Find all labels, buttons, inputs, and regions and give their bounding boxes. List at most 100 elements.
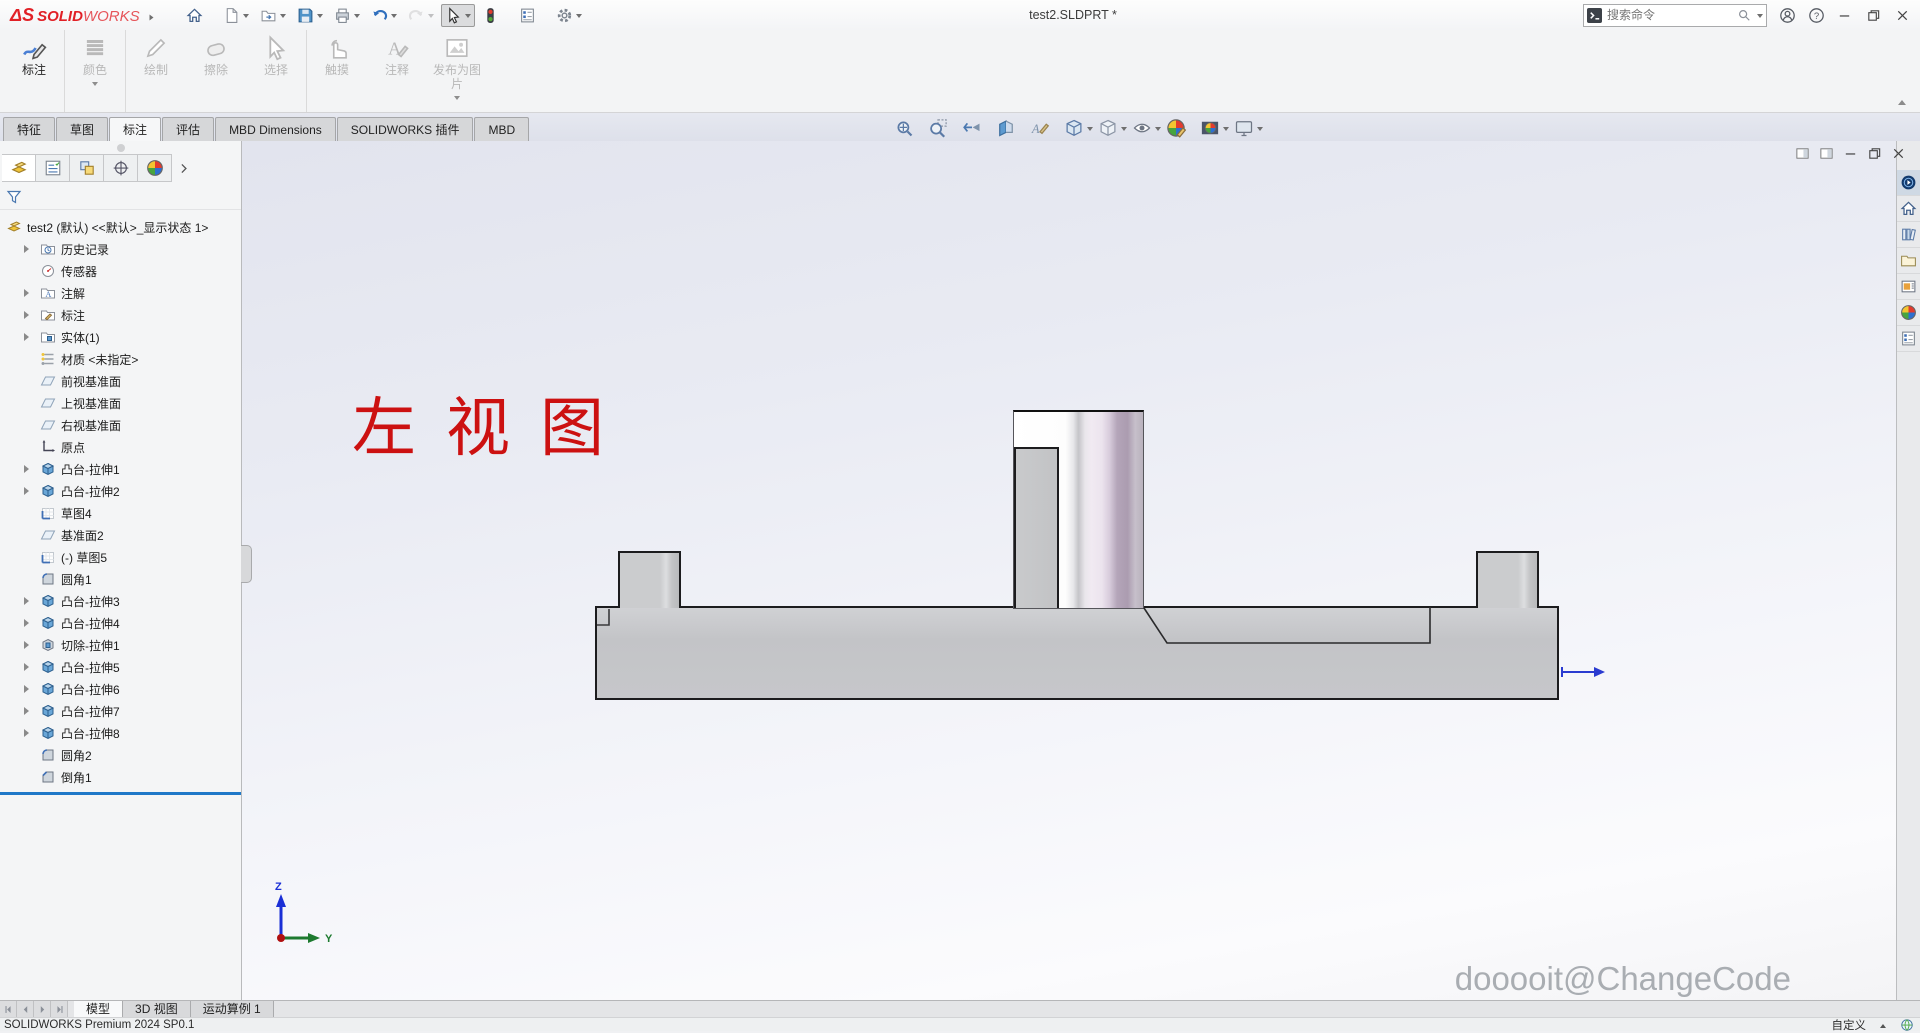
redo-button[interactable] xyxy=(404,4,438,27)
display-style-button[interactable] xyxy=(1097,117,1128,139)
last-model-nav-button[interactable] xyxy=(51,1001,68,1017)
dropdown-caret-icon[interactable] xyxy=(92,82,98,89)
dropdown-caret-icon[interactable] xyxy=(428,14,434,21)
expand-arrow-icon[interactable] xyxy=(24,729,35,737)
custom-properties-tab[interactable] xyxy=(1897,326,1920,352)
tab-motion-study-1[interactable]: 运动算例 1 xyxy=(191,1001,274,1017)
dropdown-caret-icon[interactable] xyxy=(576,14,582,21)
home-button[interactable] xyxy=(182,4,216,27)
expand-arrow-icon[interactable] xyxy=(24,333,35,341)
panel-splitter-handle[interactable] xyxy=(241,545,252,583)
dropdown-caret-icon[interactable] xyxy=(391,14,397,21)
expand-arrow-icon[interactable] xyxy=(24,707,35,715)
expand-arrow-icon[interactable] xyxy=(24,289,35,297)
dropdown-caret-icon[interactable] xyxy=(243,14,249,21)
expand-arrow-icon[interactable] xyxy=(24,487,35,495)
doc-minimize-button[interactable] xyxy=(1843,146,1858,161)
tree-item[interactable]: 倒角1 xyxy=(0,766,241,788)
cloud-services-tab[interactable] xyxy=(1897,170,1920,196)
account-icon[interactable] xyxy=(1779,7,1796,24)
dropdown-caret-icon[interactable] xyxy=(280,14,286,21)
undo-button[interactable] xyxy=(367,4,401,27)
tab-evaluate[interactable]: 评估 xyxy=(162,117,214,142)
tree-item[interactable]: 圆角1 xyxy=(0,568,241,590)
zoom-area-button[interactable] xyxy=(927,117,958,139)
expand-arrow-icon[interactable] xyxy=(24,641,35,649)
restore-button[interactable] xyxy=(1866,8,1881,23)
part-right-boss[interactable] xyxy=(1476,551,1539,608)
dropdown-caret-icon[interactable] xyxy=(1257,127,1263,134)
doc-pane-left-button[interactable] xyxy=(1795,146,1810,161)
tree-item[interactable]: 上视基准面 xyxy=(0,392,241,414)
tree-item[interactable]: 切除-拉伸1 xyxy=(0,634,241,656)
doc-close-button[interactable] xyxy=(1891,146,1906,161)
color-button[interactable]: 颜色 xyxy=(65,30,126,112)
tree-item[interactable]: (-) 草图5 xyxy=(0,546,241,568)
markup-button[interactable]: 标注 xyxy=(4,30,65,112)
tree-item[interactable]: 凸台-拉伸5 xyxy=(0,656,241,678)
tab-markup[interactable]: 标注 xyxy=(109,117,161,142)
prev-model-nav-button[interactable] xyxy=(17,1001,34,1017)
expand-arrow-icon[interactable] xyxy=(24,597,35,605)
doc-pane-right-button[interactable] xyxy=(1819,146,1834,161)
new-document-button[interactable] xyxy=(219,4,253,27)
tree-item[interactable]: 注解 xyxy=(0,282,241,304)
first-model-nav-button[interactable] xyxy=(0,1001,17,1017)
erase-button[interactable]: 擦除 xyxy=(186,30,246,112)
ribbon-collapse-icon[interactable] xyxy=(1898,96,1906,105)
apply-scene-button[interactable] xyxy=(1199,117,1230,139)
view-label-text[interactable]: 左视图 xyxy=(352,377,634,469)
tree-item[interactable]: 凸台-拉伸2 xyxy=(0,480,241,502)
expand-arrow-icon[interactable] xyxy=(24,465,35,473)
tab-mbd[interactable]: MBD xyxy=(474,117,529,142)
tree-item[interactable]: 草图4 xyxy=(0,502,241,524)
tree-item[interactable]: 前视基准面 xyxy=(0,370,241,392)
expand-arrow-icon[interactable] xyxy=(24,245,35,253)
tree-item[interactable]: 凸台-拉伸6 xyxy=(0,678,241,700)
select-button[interactable]: 选择 xyxy=(246,30,307,112)
globe-icon[interactable] xyxy=(1900,1018,1914,1032)
rebuild-button[interactable] xyxy=(478,4,512,27)
view-orientation-button[interactable] xyxy=(1063,117,1094,139)
edit-appearance-button[interactable] xyxy=(1165,117,1196,139)
logo-expand-icon[interactable] xyxy=(149,14,156,20)
tree-item[interactable]: 实体(1) xyxy=(0,326,241,348)
zoom-fit-button[interactable] xyxy=(893,117,924,139)
annotation-visibility-button[interactable] xyxy=(1029,117,1060,139)
search-caret-icon[interactable] xyxy=(1757,14,1763,21)
tree-item[interactable]: 圆角2 xyxy=(0,744,241,766)
publish-image-button[interactable]: 发布为图片 xyxy=(427,30,487,112)
dropdown-caret-icon[interactable] xyxy=(1155,127,1161,134)
part-base-plate[interactable] xyxy=(595,606,1559,700)
tree-item[interactable]: 凸台-拉伸1 xyxy=(0,458,241,480)
tree-root[interactable]: test2 (默认) <<默认>_显示状态 1> xyxy=(0,216,241,238)
close-button[interactable] xyxy=(1895,8,1910,23)
touch-button[interactable]: 触摸 xyxy=(307,30,367,112)
rollback-bar[interactable] xyxy=(0,792,241,795)
expand-arrow-icon[interactable] xyxy=(24,619,35,627)
open-button[interactable] xyxy=(256,4,290,27)
tab-solidworks-addins[interactable]: SOLIDWORKS 插件 xyxy=(337,117,474,142)
customize-caret-icon[interactable] xyxy=(1880,1021,1886,1028)
tree-item[interactable]: 凸台-拉伸4 xyxy=(0,612,241,634)
tree-item[interactable]: 基准面2 xyxy=(0,524,241,546)
tree-item[interactable]: 凸台-拉伸8 xyxy=(0,722,241,744)
tree-filter-row[interactable] xyxy=(0,185,241,210)
view-settings-button[interactable] xyxy=(1233,117,1264,139)
panel-grip-handle[interactable] xyxy=(117,144,125,152)
minimize-button[interactable] xyxy=(1837,8,1852,23)
dimxpert-manager-tab[interactable] xyxy=(104,154,138,182)
section-view-button[interactable] xyxy=(995,117,1026,139)
command-search-box[interactable] xyxy=(1583,4,1767,27)
expand-arrow-icon[interactable] xyxy=(24,685,35,693)
home-resources-tab[interactable] xyxy=(1897,196,1920,222)
customize-menu-button[interactable]: 自定义 xyxy=(1832,1017,1867,1033)
expand-arrow-icon[interactable] xyxy=(24,311,35,319)
dropdown-caret-icon[interactable] xyxy=(465,14,471,21)
draw-button[interactable]: 绘制 xyxy=(126,30,186,112)
property-manager-tab[interactable] xyxy=(36,154,70,182)
tab-features[interactable]: 特征 xyxy=(3,117,55,142)
dropdown-caret-icon[interactable] xyxy=(354,14,360,21)
search-icon[interactable] xyxy=(1737,8,1751,22)
note-button[interactable]: 注释 xyxy=(367,30,427,112)
